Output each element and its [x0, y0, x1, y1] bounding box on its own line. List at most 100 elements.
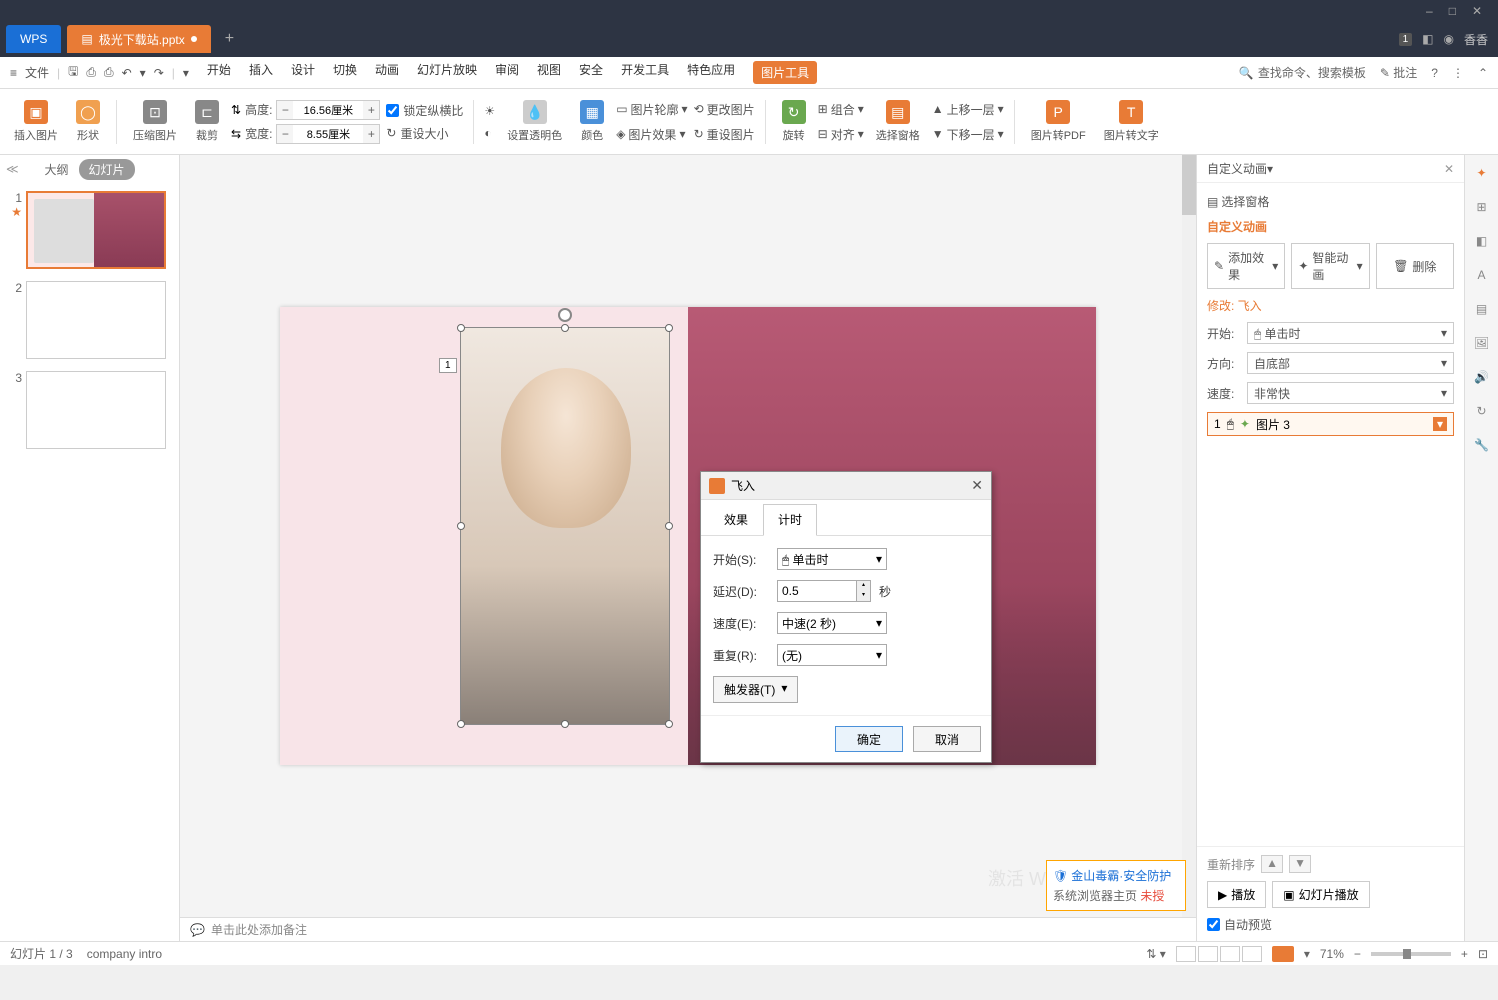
- sorter-view-button[interactable]: [1198, 946, 1218, 962]
- minimize-button[interactable]: –: [1426, 4, 1433, 18]
- zoom-out-button[interactable]: −: [1354, 947, 1361, 961]
- slides-tab[interactable]: 幻灯片: [79, 159, 135, 180]
- outline-tab[interactable]: 大纲: [44, 161, 68, 178]
- ap-direction-combo[interactable]: 自底部▾: [1247, 352, 1454, 374]
- sidetool-audio-icon[interactable]: 🔊: [1472, 367, 1492, 387]
- annotate-button[interactable]: ✎ 批注: [1380, 64, 1417, 81]
- width-increase[interactable]: +: [363, 125, 379, 143]
- contrast-button[interactable]: ◐: [484, 126, 495, 140]
- resize-handle-se[interactable]: [665, 720, 673, 728]
- menu-start[interactable]: 开始: [207, 61, 231, 84]
- shape-button[interactable]: ◯形状: [70, 98, 106, 145]
- delay-up[interactable]: ▴: [856, 581, 870, 591]
- sidetool-transition-icon[interactable]: ⊞: [1472, 197, 1492, 217]
- file-tab[interactable]: ▤ 极光下载站.pptx: [67, 25, 210, 53]
- width-decrease[interactable]: −: [277, 125, 293, 143]
- sidetool-font-icon[interactable]: A: [1472, 265, 1492, 285]
- print-preview-icon[interactable]: ⎙: [86, 65, 96, 80]
- reorder-down-button[interactable]: ▼: [1289, 855, 1311, 873]
- bring-forward-button[interactable]: ▲上移一层▾: [932, 101, 1004, 118]
- reset-size-button[interactable]: 重设大小: [400, 125, 448, 142]
- outline-button[interactable]: ▭图片轮廓▾: [616, 101, 687, 118]
- resize-handle-s[interactable]: [561, 720, 569, 728]
- effect-button[interactable]: ◈图片效果▾: [616, 126, 687, 143]
- rotate-handle[interactable]: [558, 308, 572, 322]
- maximize-button[interactable]: □: [1449, 4, 1456, 18]
- slideshow-button[interactable]: ▣幻灯片播放: [1272, 881, 1369, 908]
- pic-to-pdf-button[interactable]: P图片转PDF: [1025, 98, 1092, 145]
- group-button[interactable]: ⊞组合▾: [818, 101, 864, 118]
- menu-view[interactable]: 视图: [537, 61, 561, 84]
- sidetool-style-icon[interactable]: ◧: [1472, 231, 1492, 251]
- menu-design[interactable]: 设计: [291, 61, 315, 84]
- command-search[interactable]: 🔍 查找命令、搜索模板: [1239, 64, 1366, 81]
- sidetool-tools-icon[interactable]: 🔧: [1472, 435, 1492, 455]
- collapse-ribbon-icon[interactable]: ⌃: [1478, 66, 1488, 80]
- height-input[interactable]: [293, 101, 363, 119]
- notes-bar[interactable]: 💬 单击此处添加备注: [180, 917, 1196, 941]
- sidetool-picture-icon[interactable]: 🖼: [1472, 333, 1492, 353]
- insert-picture-button[interactable]: ▣插入图片: [8, 98, 64, 145]
- notification-badge[interactable]: 1: [1399, 33, 1413, 46]
- selection-pane-button[interactable]: ▤选择窗格: [870, 98, 926, 145]
- skin-icon[interactable]: ◧: [1422, 32, 1433, 46]
- height-spinner[interactable]: − +: [276, 100, 380, 120]
- speed-combo[interactable]: 中速(2 秒)▾: [777, 612, 887, 634]
- selected-picture[interactable]: 1: [460, 327, 670, 725]
- fit-window-button[interactable]: ⊡: [1478, 947, 1488, 961]
- repeat-combo[interactable]: (无)▾: [777, 644, 887, 666]
- canvas-vertical-scrollbar[interactable]: [1182, 155, 1196, 917]
- resize-handle-n[interactable]: [561, 324, 569, 332]
- menu-security[interactable]: 安全: [579, 61, 603, 84]
- rotate-button[interactable]: ↻旋转: [776, 98, 812, 145]
- trigger-button[interactable]: 触发器(T)▾: [713, 676, 798, 703]
- brightness-button[interactable]: ☀: [484, 104, 495, 118]
- smart-anim-button[interactable]: ✦智能动画▾: [1291, 243, 1369, 289]
- add-tab-button[interactable]: +: [225, 30, 234, 48]
- delete-anim-button[interactable]: 🗑删除: [1376, 243, 1454, 289]
- slide-thumb-3[interactable]: 3: [8, 371, 171, 449]
- zoom-in-button[interactable]: +: [1461, 947, 1468, 961]
- quick-access-dropdown[interactable]: ▾: [183, 66, 189, 80]
- notes-view-button[interactable]: [1242, 946, 1262, 962]
- adjust-icon[interactable]: ⇅ ▾: [1146, 947, 1165, 961]
- zoom-level[interactable]: 71%: [1320, 947, 1344, 961]
- slide-thumb-2[interactable]: 2: [8, 281, 171, 359]
- help-icon[interactable]: ?: [1431, 66, 1438, 80]
- resize-handle-sw[interactable]: [457, 720, 465, 728]
- print-icon[interactable]: ⎙: [104, 65, 114, 80]
- sidetool-replay-icon[interactable]: ↻: [1472, 401, 1492, 421]
- change-picture-button[interactable]: ⟲更改图片: [694, 101, 755, 118]
- delay-down[interactable]: ▾: [856, 591, 870, 601]
- undo-dropdown-icon[interactable]: ▾: [140, 66, 146, 80]
- auto-preview-checkbox[interactable]: [1207, 918, 1220, 931]
- resize-handle-w[interactable]: [457, 522, 465, 530]
- sidetool-chart-icon[interactable]: ▤: [1472, 299, 1492, 319]
- menu-insert[interactable]: 插入: [249, 61, 273, 84]
- dialog-tab-timing[interactable]: 计时: [763, 504, 817, 536]
- menu-devtools[interactable]: 开发工具: [621, 61, 669, 84]
- play-slideshow-button[interactable]: [1272, 946, 1294, 962]
- crop-button[interactable]: ⊏裁剪: [189, 98, 225, 145]
- dialog-tab-effect[interactable]: 效果: [709, 504, 763, 535]
- ap-start-combo[interactable]: 🖱 单击时▾: [1247, 322, 1454, 344]
- animation-list-item[interactable]: 1 🖱 ✦ 图片 3 ▾: [1207, 412, 1454, 436]
- delay-field[interactable]: [778, 581, 856, 601]
- align-button[interactable]: ⊟对齐▾: [818, 126, 864, 143]
- menu-picture-tools[interactable]: 图片工具: [753, 61, 817, 84]
- user-avatar-icon[interactable]: ◉: [1444, 32, 1454, 46]
- width-input[interactable]: [293, 125, 363, 143]
- delay-input[interactable]: ▴▾: [777, 580, 871, 602]
- panel-close-icon[interactable]: ✕: [1444, 162, 1454, 176]
- play-dropdown[interactable]: ▾: [1304, 947, 1310, 961]
- height-increase[interactable]: +: [363, 101, 379, 119]
- normal-view-button[interactable]: [1176, 946, 1196, 962]
- play-animation-button[interactable]: ▶播放: [1207, 881, 1266, 908]
- undo-icon[interactable]: ↶: [122, 66, 132, 80]
- slide-thumb-1[interactable]: 1★: [8, 191, 171, 269]
- resize-handle-ne[interactable]: [665, 324, 673, 332]
- security-popup[interactable]: 🛡金山毒霸·安全防护 系统浏览器主页 未授: [1046, 860, 1186, 911]
- start-combo[interactable]: 🖱 单击时▾: [777, 548, 887, 570]
- file-menu[interactable]: 文件: [25, 64, 49, 81]
- dialog-ok-button[interactable]: 确定: [835, 726, 903, 752]
